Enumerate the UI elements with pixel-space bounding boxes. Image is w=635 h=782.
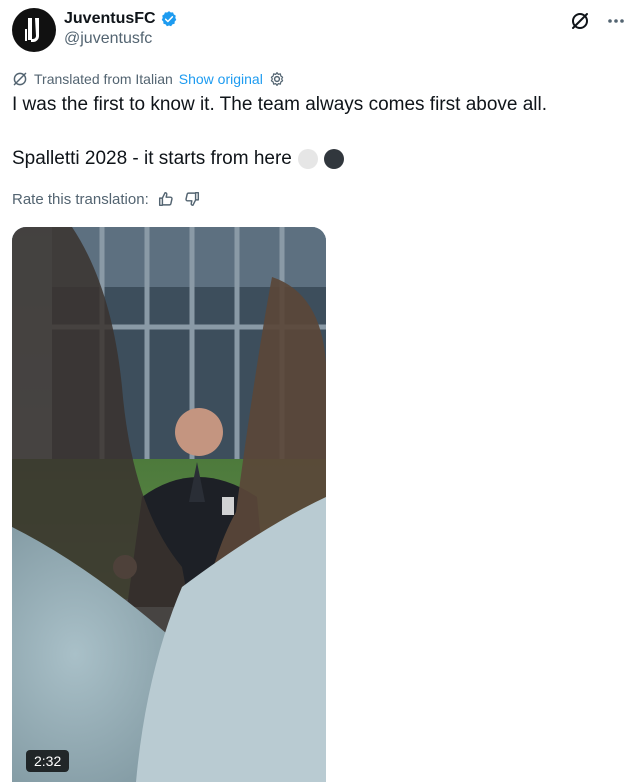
rate-translation-row: Rate this translation:	[12, 190, 201, 208]
video-duration-badge: 2:32	[26, 750, 70, 772]
avatar[interactable]	[12, 8, 56, 52]
rate-label: Rate this translation:	[12, 190, 149, 208]
juventus-logo-icon	[25, 18, 39, 42]
grok-icon[interactable]	[569, 10, 591, 32]
header-actions	[569, 10, 627, 32]
tweet-text-line2: Spalletti 2028 - it starts from here	[12, 148, 292, 169]
thumbs-down-icon[interactable]	[183, 190, 201, 208]
author-names: JuventusFC @juventusfc	[64, 10, 178, 48]
black-circle-emoji	[323, 149, 344, 169]
video-thumbnail	[12, 227, 326, 782]
translate-icon	[13, 72, 27, 86]
translation-row: Translated from Italian Show original	[12, 71, 285, 87]
display-name[interactable]: JuventusFC	[64, 10, 156, 28]
tweet-text-line1: I was the first to know it. The team alw…	[12, 94, 548, 115]
translated-label: Translated from Italian	[34, 71, 173, 87]
tweet-text-line2-row: Spalletti 2028 - it starts from here	[12, 148, 344, 170]
gear-icon[interactable]	[269, 71, 285, 87]
white-circle-emoji	[297, 149, 318, 169]
more-options-icon[interactable]	[605, 10, 627, 32]
video-player[interactable]: 2:32	[12, 227, 326, 782]
tweet-header: JuventusFC @juventusfc	[12, 8, 627, 56]
thumbs-up-icon[interactable]	[157, 190, 175, 208]
display-name-row: JuventusFC	[64, 10, 178, 28]
show-original-link[interactable]: Show original	[179, 71, 263, 87]
verified-badge-icon[interactable]	[160, 10, 178, 28]
handle[interactable]: @juventusfc	[64, 30, 178, 48]
